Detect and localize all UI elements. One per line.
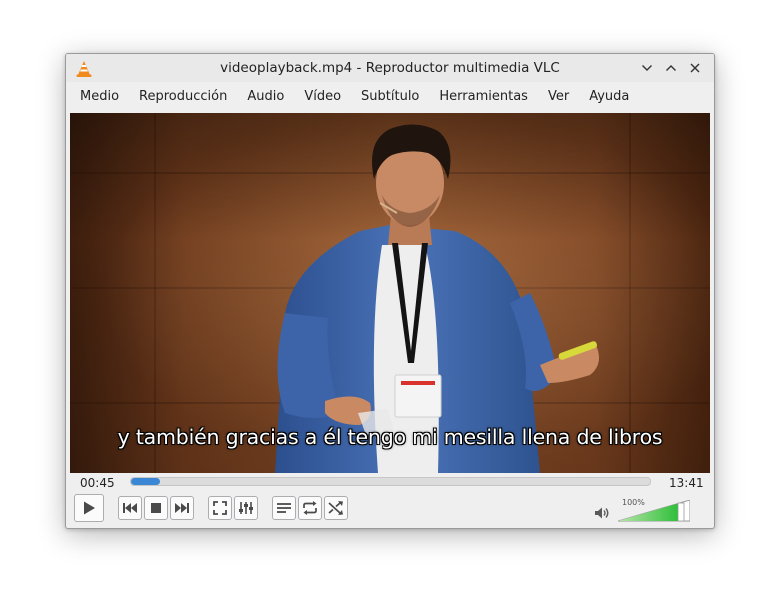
close-button[interactable]	[685, 58, 705, 78]
subtitle-text: y también gracias a él tengo mi mesilla …	[117, 425, 663, 449]
stop-icon	[151, 503, 161, 513]
vlc-window: videoplayback.mp4 - Reproductor multimed…	[65, 53, 715, 529]
previous-icon	[123, 503, 137, 513]
next-icon	[175, 503, 189, 513]
menu-video[interactable]: Vídeo	[294, 82, 351, 112]
fullscreen-icon	[213, 501, 227, 515]
chevron-up-icon	[666, 65, 676, 71]
playlist-button[interactable]	[272, 496, 296, 520]
loop-button[interactable]	[298, 496, 322, 520]
window-title: videoplayback.mp4 - Reproductor multimed…	[220, 60, 560, 76]
video-frame	[70, 113, 710, 473]
menu-audio[interactable]: Audio	[237, 82, 294, 112]
play-button[interactable]	[74, 494, 104, 522]
extended-settings-icon	[239, 502, 253, 514]
menu-medio[interactable]: Medio	[70, 82, 129, 112]
elapsed-time: 00:45	[80, 476, 115, 490]
total-time: 13:41	[669, 476, 704, 490]
minimize-button[interactable]	[637, 58, 657, 78]
video-area[interactable]: y también gracias a él tengo mi mesilla …	[70, 113, 710, 473]
shuffle-icon	[328, 501, 343, 515]
chevron-down-icon	[642, 65, 652, 71]
menu-bar: Medio Reproducción Audio Vídeo Subtítulo…	[66, 82, 714, 112]
maximize-button[interactable]	[661, 58, 681, 78]
close-icon	[690, 63, 700, 73]
menu-reproduccion[interactable]: Reproducción	[129, 82, 237, 112]
volume-icon[interactable]	[594, 505, 610, 521]
fullscreen-button[interactable]	[208, 496, 232, 520]
previous-button[interactable]	[118, 496, 142, 520]
menu-herramientas[interactable]: Herramientas	[429, 82, 538, 112]
stop-button[interactable]	[144, 496, 168, 520]
loop-icon	[303, 501, 317, 515]
next-button[interactable]	[170, 496, 194, 520]
title-bar[interactable]: videoplayback.mp4 - Reproductor multimed…	[66, 54, 714, 82]
playlist-icon	[277, 503, 291, 513]
volume-slider[interactable]	[618, 500, 690, 522]
seek-progress	[131, 478, 160, 485]
extended-settings-button[interactable]	[234, 496, 258, 520]
menu-subtitulo[interactable]: Subtítulo	[351, 82, 429, 112]
menu-ayuda[interactable]: Ayuda	[579, 82, 639, 112]
play-icon	[84, 501, 95, 515]
seek-slider[interactable]	[130, 477, 651, 486]
shuffle-button[interactable]	[324, 496, 348, 520]
menu-ver[interactable]: Ver	[538, 82, 579, 112]
